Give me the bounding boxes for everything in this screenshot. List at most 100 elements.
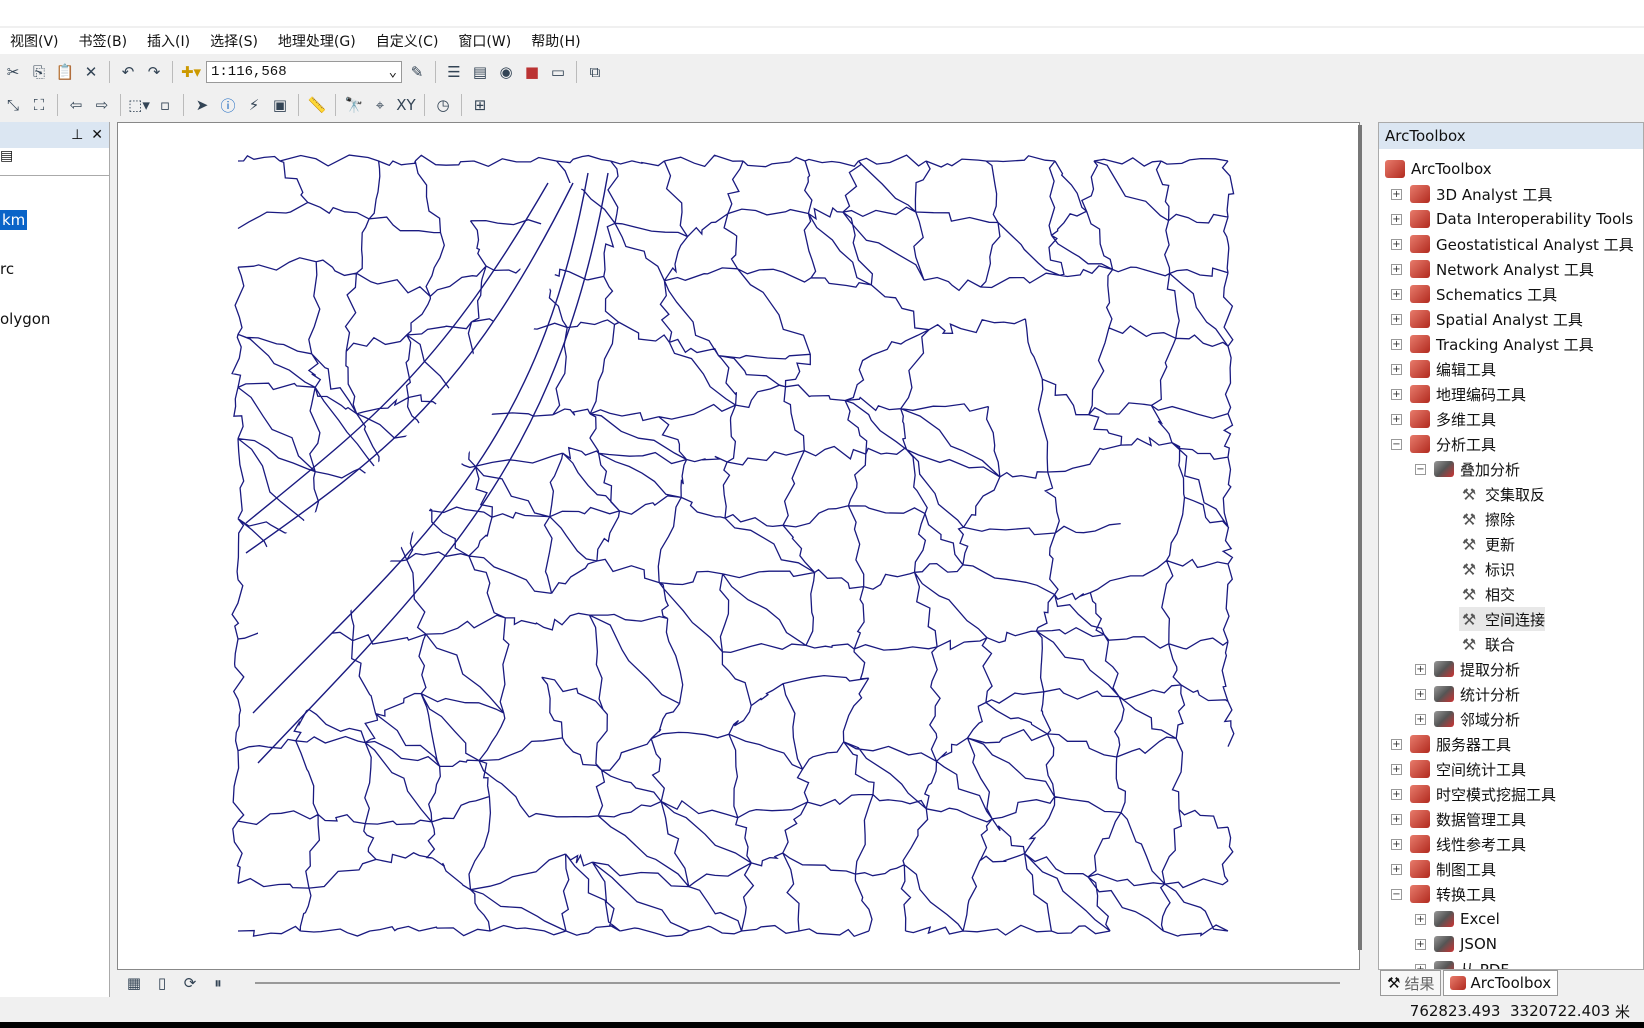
layer-item[interactable]: olygon bbox=[0, 310, 50, 328]
tree-node[interactable]: + 地理编码工具 bbox=[1391, 382, 1526, 406]
data-view-icon[interactable]: ▦ bbox=[123, 972, 145, 994]
full-extent-icon[interactable]: ⛶ bbox=[28, 94, 50, 116]
editor-icon[interactable]: ✎ bbox=[406, 61, 428, 83]
menu-item[interactable]: 视图(V) bbox=[0, 31, 69, 51]
tree-node[interactable]: + Spatial Analyst 工具 bbox=[1391, 307, 1583, 331]
find-route-icon[interactable]: ⌖ bbox=[369, 94, 391, 116]
tree-node[interactable]: ⚒ 空间连接 bbox=[1459, 607, 1546, 631]
tree-node[interactable]: ArcToolbox bbox=[1385, 157, 1492, 181]
tree-node[interactable]: ⚒ 联合 bbox=[1459, 632, 1515, 656]
tree-node[interactable]: + Tracking Analyst 工具 bbox=[1391, 332, 1594, 356]
tree-node[interactable]: ⚒ 交集取反 bbox=[1459, 482, 1545, 506]
tree-node[interactable]: ⚒ 更新 bbox=[1459, 532, 1515, 556]
catalog-icon[interactable]: ▤ bbox=[469, 61, 491, 83]
tree-node[interactable]: + 邻域分析 bbox=[1415, 707, 1520, 731]
tree-node[interactable]: ⚒ 擦除 bbox=[1459, 507, 1515, 531]
menu-item[interactable]: 选择(S) bbox=[200, 31, 268, 51]
paste-icon[interactable]: 📋 bbox=[54, 61, 76, 83]
tree-node[interactable]: + 服务器工具 bbox=[1391, 732, 1511, 756]
zoom-in-fixed-icon[interactable]: ⤡ bbox=[2, 94, 24, 116]
expand-icon[interactable]: + bbox=[1391, 738, 1402, 750]
expand-icon[interactable]: + bbox=[1391, 188, 1402, 200]
tree-node[interactable]: + 统计分析 bbox=[1415, 682, 1520, 706]
tree-node[interactable]: + Geostatistical Analyst 工具 bbox=[1391, 232, 1634, 256]
expand-icon[interactable]: + bbox=[1415, 713, 1426, 725]
select-features-icon[interactable]: ⬚▾ bbox=[128, 94, 150, 116]
pause-icon[interactable]: ⏸ bbox=[207, 972, 229, 994]
expand-icon[interactable]: + bbox=[1391, 288, 1402, 300]
tab-results[interactable]: ⚒ 结果 bbox=[1380, 970, 1442, 996]
select-elements-icon[interactable]: ➤ bbox=[191, 94, 213, 116]
menu-item[interactable]: 地理处理(G) bbox=[268, 31, 366, 51]
tree-node[interactable]: +3D Analyst 工具 bbox=[1391, 182, 1552, 206]
tree-node[interactable]: − 叠加分析 bbox=[1415, 457, 1520, 481]
tree-node[interactable]: ⚒ 相交 bbox=[1459, 582, 1515, 606]
expand-icon[interactable]: + bbox=[1391, 763, 1402, 775]
collapse-icon[interactable]: − bbox=[1391, 888, 1402, 900]
go-to-xy-icon[interactable]: XY bbox=[395, 94, 417, 116]
identify-icon[interactable]: ⓘ bbox=[217, 94, 239, 116]
tree-node[interactable]: + Excel bbox=[1415, 907, 1500, 931]
expand-icon[interactable]: + bbox=[1391, 213, 1402, 225]
expand-icon[interactable]: + bbox=[1391, 788, 1402, 800]
expand-icon[interactable]: + bbox=[1415, 938, 1426, 950]
tree-node[interactable]: + 从 PDF bbox=[1415, 957, 1509, 969]
expand-icon[interactable]: + bbox=[1391, 263, 1402, 275]
map-canvas[interactable] bbox=[118, 123, 1359, 969]
scrollbar[interactable] bbox=[1358, 125, 1362, 950]
menu-item[interactable]: 插入(I) bbox=[137, 31, 200, 51]
expand-icon[interactable]: + bbox=[1415, 663, 1426, 675]
layer-item[interactable]: rc bbox=[0, 260, 14, 278]
search-window-icon[interactable]: ◉ bbox=[495, 61, 517, 83]
horizontal-scrollbar[interactable] bbox=[255, 982, 1340, 984]
refresh-icon[interactable]: ⟳ bbox=[179, 972, 201, 994]
tree-node[interactable]: + 线性参考工具 bbox=[1391, 832, 1526, 856]
measure-icon[interactable]: 📏 bbox=[306, 94, 328, 116]
pin-icon[interactable]: ⊥ bbox=[71, 127, 83, 143]
find-icon[interactable]: 🔭 bbox=[343, 94, 365, 116]
cut-icon[interactable]: ✂ bbox=[2, 61, 24, 83]
forward-icon[interactable]: ⇨ bbox=[91, 94, 113, 116]
delete-icon[interactable]: ✕ bbox=[80, 61, 102, 83]
collapse-icon[interactable]: − bbox=[1415, 463, 1426, 475]
expand-icon[interactable]: + bbox=[1391, 863, 1402, 875]
tree-node[interactable]: + Network Analyst 工具 bbox=[1391, 257, 1594, 281]
html-popup-icon[interactable]: ▣ bbox=[269, 94, 291, 116]
tree-node[interactable]: + 编辑工具 bbox=[1391, 357, 1496, 381]
back-icon[interactable]: ⇦ bbox=[65, 94, 87, 116]
expand-icon[interactable]: + bbox=[1391, 238, 1402, 250]
menu-item[interactable]: 书签(B) bbox=[69, 31, 138, 51]
expand-icon[interactable]: + bbox=[1415, 913, 1426, 925]
copy-icon[interactable]: ⎘ bbox=[28, 61, 50, 83]
tree-node[interactable]: − 转换工具 bbox=[1391, 882, 1496, 906]
tree-node[interactable]: + JSON bbox=[1415, 932, 1497, 956]
tree-node[interactable]: + Data Interoperability Tools bbox=[1391, 207, 1633, 231]
modelbuilder-icon[interactable]: ⧉ bbox=[584, 61, 606, 83]
tree-node[interactable]: ⚒ 标识 bbox=[1459, 557, 1515, 581]
menu-item[interactable]: 帮助(H) bbox=[521, 31, 590, 51]
tree-node[interactable]: + 数据管理工具 bbox=[1391, 807, 1526, 831]
clear-selection-icon[interactable]: ▫ bbox=[154, 94, 176, 116]
expand-icon[interactable]: + bbox=[1391, 838, 1402, 850]
tree-node[interactable]: + 提取分析 bbox=[1415, 657, 1520, 681]
tree-node[interactable]: + 多维工具 bbox=[1391, 407, 1496, 431]
magnifier-window-icon[interactable]: ⊞ bbox=[469, 94, 491, 116]
expand-icon[interactable]: + bbox=[1391, 313, 1402, 325]
time-slider-icon[interactable]: ◷ bbox=[432, 94, 454, 116]
expand-icon[interactable]: + bbox=[1391, 388, 1402, 400]
menu-item[interactable]: 自定义(C) bbox=[366, 31, 449, 51]
menu-item[interactable]: 窗口(W) bbox=[448, 31, 521, 51]
tree-node[interactable]: + 时空模式挖掘工具 bbox=[1391, 782, 1556, 806]
tab-arctoolbox[interactable]: ArcToolbox bbox=[1443, 970, 1559, 996]
add-data-icon[interactable]: ✚▾ bbox=[180, 61, 202, 83]
tree-node[interactable]: + 制图工具 bbox=[1391, 857, 1496, 881]
expand-icon[interactable]: + bbox=[1391, 813, 1402, 825]
tree-node[interactable]: − 分析工具 bbox=[1391, 432, 1496, 456]
table-of-contents-icon[interactable]: ☰ bbox=[443, 61, 465, 83]
hyperlink-icon[interactable]: ⚡ bbox=[243, 94, 265, 116]
expand-icon[interactable]: + bbox=[1391, 338, 1402, 350]
expand-icon[interactable]: + bbox=[1415, 688, 1426, 700]
layer-item[interactable]: km bbox=[0, 210, 28, 230]
redo-icon[interactable]: ↷ bbox=[143, 61, 165, 83]
python-icon[interactable]: ▭ bbox=[547, 61, 569, 83]
